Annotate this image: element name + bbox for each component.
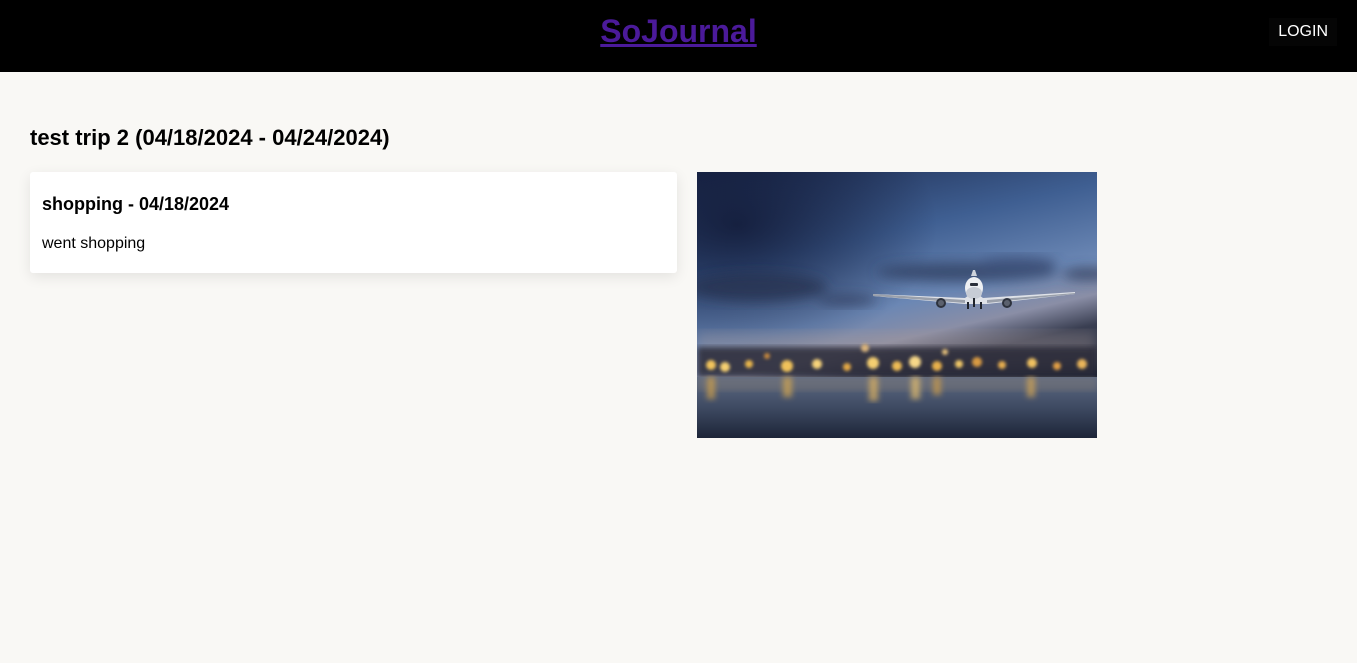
entry-title: shopping - 04/18/2024 bbox=[42, 194, 230, 214]
airplane-photo-image bbox=[697, 172, 1097, 438]
brand-home-link[interactable]: SoJournal bbox=[600, 13, 756, 49]
top-navbar: SoJournal LOGIN bbox=[0, 0, 1357, 72]
entry-description: went shopping bbox=[42, 235, 146, 252]
entry-card[interactable]: shopping - 04/18/2024 went shopping bbox=[30, 172, 677, 273]
trip-title: test trip 2 (04/18/2024 - 04/24/2024) bbox=[30, 125, 390, 150]
trip-photo bbox=[697, 172, 1097, 438]
login-button[interactable]: LOGIN bbox=[1269, 18, 1337, 46]
brand-title: SoJournal bbox=[0, 12, 1357, 50]
